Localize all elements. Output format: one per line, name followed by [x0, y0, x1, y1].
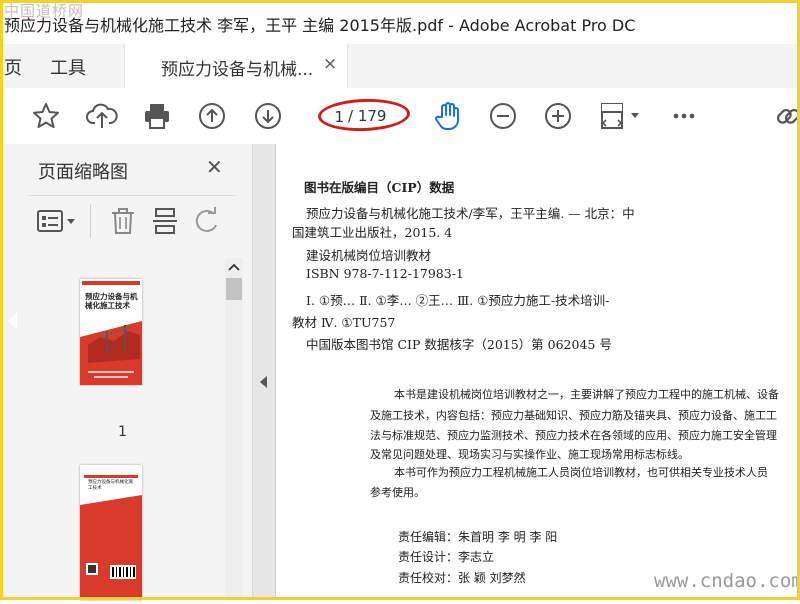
page-down-icon[interactable] [252, 100, 284, 132]
collapse-panel-icon[interactable] [260, 376, 267, 388]
panel-divider [28, 195, 236, 196]
thumbnail-options-icon[interactable] [36, 208, 84, 236]
trash-icon[interactable] [108, 206, 138, 236]
tab-document-label: 预应力设备与机械... [161, 60, 314, 80]
window-title: 预应力设备与机械化施工技术 李军，王平 主编 2015年版.pdf - Adob… [4, 16, 636, 35]
summary-line-1: 本书是建设机械岗位培训教材之一，主要讲解了预应力工程中的施工机械、设备 [394, 388, 779, 401]
cip-line-6: 教材 Ⅳ. ①TU757 [292, 315, 396, 330]
summary-line-5: 本书可作为预应力工程机械施工人员岗位培训教材，也可供相关专业技术人员 [394, 466, 768, 479]
scrollbar-thumb[interactable] [226, 278, 242, 300]
zoom-out-icon[interactable] [487, 100, 519, 132]
print-icon[interactable] [141, 100, 173, 132]
thumbnail-2-title: 预应力设备与机械化施工技术 [88, 480, 133, 491]
cip-line-2: 国建筑工业出版社，2015. 4 [292, 225, 453, 240]
panel-notch [8, 312, 17, 330]
panel-toolbar [28, 204, 238, 240]
page-thumbnail-2[interactable]: 预应力设备与机械化施工技术 [80, 465, 142, 600]
cip-line-1: 预应力设备与机械化施工技术/李军，王平主编. — 北京：中 [306, 206, 635, 221]
summary-line-2: 及施工技术，内容包括：预应力基础知识、预应力筋及锚夹具、预应力设备、施工工 [370, 409, 777, 422]
tab-document[interactable]: 预应力设备与机械... × [124, 44, 348, 88]
watermark-bottom: www.cndao.com [654, 570, 800, 592]
cip-line-3: 建设机械岗位培训教材 [306, 248, 432, 263]
insert-page-icon[interactable] [150, 206, 180, 236]
star-icon[interactable] [30, 100, 62, 132]
cip-line-5: Ⅰ. ①预… Ⅱ. ①李… ②王… Ⅲ. ①预应力施工-技术培训- [306, 293, 610, 308]
tab-home[interactable]: 页 [4, 54, 22, 80]
cip-line-4: ISBN 978-7-112-17983-1 [306, 266, 464, 281]
panel-toolbar-divider [90, 204, 91, 238]
thumbnail-scrollbar[interactable] [225, 258, 243, 600]
tab-close-button[interactable]: × [323, 54, 337, 74]
cloud-upload-icon[interactable] [86, 100, 118, 132]
page-up-icon[interactable] [196, 100, 228, 132]
credit-editor: 责任编辑：朱首明 李 明 李 阳 [398, 530, 558, 544]
fit-page-icon[interactable] [598, 100, 644, 132]
cip-heading: 图书在版编目（CIP）数据 [304, 180, 455, 195]
cip-line-7: 中国版本图书馆 CIP 数据核字（2015）第 062045 号 [306, 337, 612, 352]
panel-splitter[interactable] [253, 144, 276, 600]
page-thumbnail-1[interactable]: 预应力设备与机械化施工技术 [80, 279, 142, 385]
more-icon[interactable] [668, 100, 700, 132]
summary-line-6: 参考使用。 [370, 486, 425, 499]
summary-line-4: 及常见问题处理、现场实习与实操作业、施工现场常用标志标线。 [370, 448, 689, 461]
summary-line-3: 法与标准规范、预应力监测技术、预应力技术在各领域的应用、预应力施工安全管理 [370, 429, 777, 442]
panel-title: 页面缩略图 [38, 162, 128, 183]
panel-close-button[interactable]: ✕ [206, 155, 223, 179]
thumbnail-1-page-label: 1 [118, 424, 127, 440]
zoom-in-icon[interactable] [542, 100, 574, 132]
scroll-up-icon[interactable] [228, 262, 240, 272]
credit-proofread: 责任校对：张 颖 刘梦然 [398, 571, 526, 585]
title-bar: 中国道桥网 预应力设备与机械化施工技术 李军，王平 主编 2015年版.pdf … [0, 0, 800, 45]
credit-design: 责任设计：李志立 [398, 550, 495, 564]
link-icon[interactable] [772, 100, 800, 132]
rotate-icon[interactable] [192, 206, 222, 236]
hand-tool-icon[interactable] [432, 100, 464, 132]
tab-tools[interactable]: 工具 [50, 54, 86, 80]
tab-bar: 页 工具 [0, 44, 800, 88]
thumbnail-1-title: 预应力设备与机械化施工技术 [85, 292, 138, 310]
